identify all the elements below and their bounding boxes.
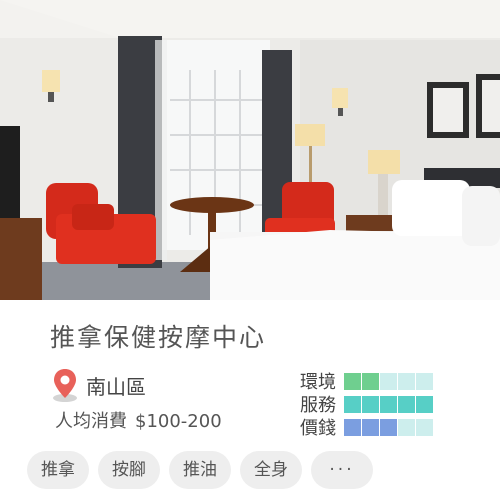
rating-box-filled (344, 418, 361, 436)
rating-row: 價錢 (300, 416, 434, 439)
ratings-panel: 環境 服務 價錢 (300, 370, 434, 439)
tag-chip[interactable]: 推拿 (27, 451, 89, 489)
rating-row: 環境 (300, 370, 434, 393)
more-tags-button[interactable]: ··· (311, 451, 373, 489)
rating-box-empty (416, 372, 433, 390)
rating-box-empty (380, 372, 397, 390)
rating-box-filled (416, 395, 433, 413)
hotel-room-photo (0, 0, 500, 300)
tag-chip[interactable]: 推油 (169, 451, 231, 489)
map-pin-icon (53, 369, 77, 402)
rating-box-filled (344, 372, 361, 390)
rating-row: 服務 (300, 393, 434, 416)
tag-chip[interactable]: 全身 (240, 451, 302, 489)
rating-box-empty (398, 372, 415, 390)
district-name: 南山區 (86, 374, 146, 399)
venue-name: 推拿保健按摩中心 (50, 323, 267, 352)
rating-box-filled (398, 395, 415, 413)
rating-bar (344, 395, 434, 413)
rating-bar (344, 418, 434, 436)
rating-box-empty (398, 418, 415, 436)
location: 南山區 (52, 368, 146, 402)
rating-label: 價錢 (300, 418, 336, 439)
rating-box-filled (362, 395, 379, 413)
rating-box-filled (344, 395, 361, 413)
rating-bar (344, 372, 434, 390)
rating-box-filled (362, 372, 379, 390)
tag-chip[interactable]: 按腳 (98, 451, 160, 489)
rating-box-filled (380, 395, 397, 413)
rating-box-filled (362, 418, 379, 436)
average-price: 人均消費 $100-200 (55, 407, 222, 433)
rating-box-empty (416, 418, 433, 436)
venue-card[interactable]: 推拿保健按摩中心 南山區 人均消費 $100-200 環境 服務 價錢 推拿 按腳 推油全… (0, 0, 500, 500)
rating-box-filled (380, 418, 397, 436)
price-label: 人均消費 (55, 411, 127, 432)
tag-list: 推拿 按腳 推油 全身 ··· (27, 451, 382, 489)
price-range: $100-200 (135, 411, 222, 432)
